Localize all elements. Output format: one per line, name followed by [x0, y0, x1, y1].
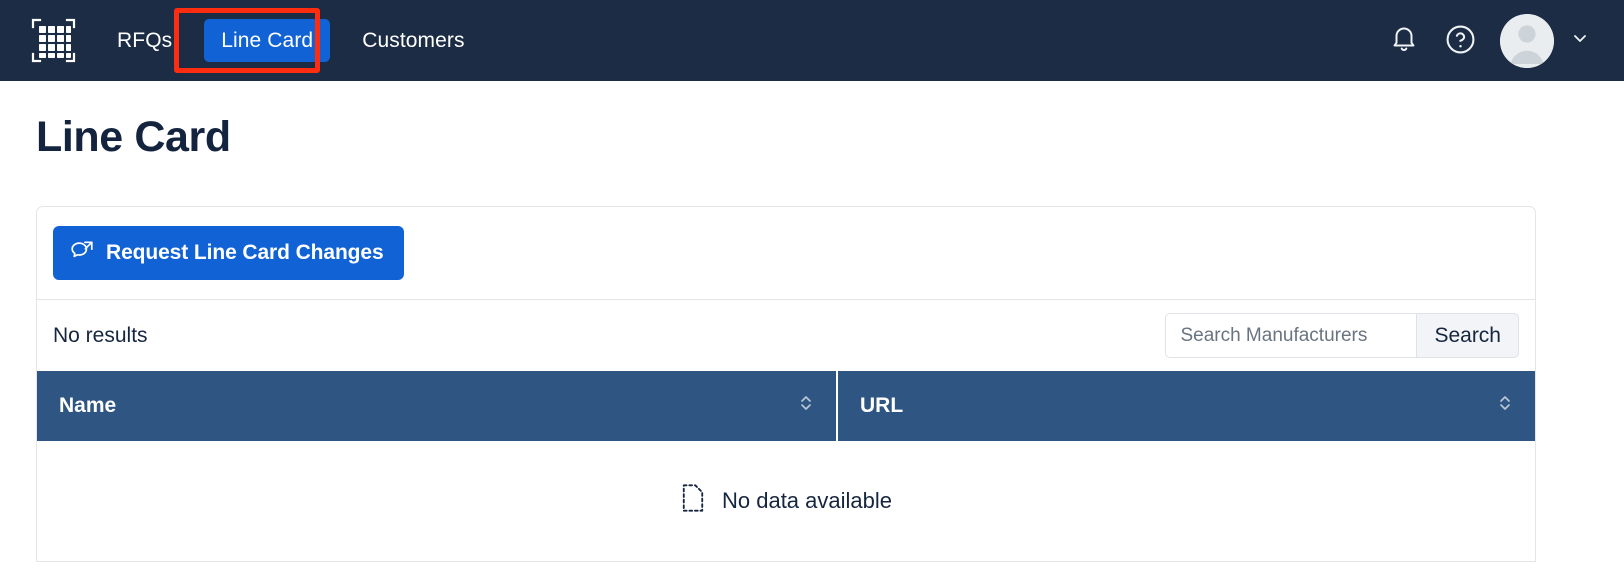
table-empty-cell: No data available	[37, 441, 1535, 562]
avatar[interactable]	[1500, 13, 1554, 68]
bell-icon	[1390, 24, 1418, 57]
question-circle-icon	[1445, 24, 1476, 58]
notifications-button[interactable]	[1376, 13, 1432, 69]
request-line-card-changes-label: Request Line Card Changes	[106, 240, 384, 264]
table-head: Name URL	[37, 371, 1535, 441]
column-header-url[interactable]: URL	[837, 371, 1535, 441]
table-body: No data available	[37, 441, 1535, 562]
nav-link-line-card[interactable]: Line Card	[204, 19, 331, 62]
nav-link-line-card-wrapper: Line Card	[204, 19, 331, 62]
sort-updown-icon[interactable]	[798, 393, 814, 419]
sort-updown-icon[interactable]	[1497, 393, 1513, 419]
page-title: Line Card	[36, 113, 231, 161]
help-button[interactable]	[1432, 13, 1488, 69]
empty-document-icon	[680, 483, 706, 519]
search-button[interactable]: Search	[1416, 313, 1519, 358]
grid-scan-logo-icon[interactable]	[30, 17, 77, 64]
table-header-row: Name URL	[37, 371, 1535, 441]
account-menu-toggle[interactable]	[1570, 28, 1590, 53]
chat-bubbles-icon	[70, 238, 95, 267]
manufacturers-table: Name URL No data available	[37, 371, 1535, 562]
column-header-name-label: Name	[59, 394, 117, 417]
empty-state-text: No data available	[721, 487, 892, 513]
column-header-name[interactable]: Name	[37, 371, 838, 441]
page-body: Line Card Request Line Card Changes No r…	[0, 113, 1624, 562]
top-navbar: RFQs Line Card Customers	[0, 0, 1624, 81]
primary-nav: RFQs Line Card Customers	[99, 19, 483, 62]
empty-state: No data available	[680, 483, 892, 519]
results-count-text: No results	[53, 323, 148, 347]
card-toolbar: Request Line Card Changes	[37, 207, 1535, 300]
nav-link-customers[interactable]: Customers	[344, 19, 482, 62]
request-line-card-changes-button[interactable]: Request Line Card Changes	[53, 226, 404, 280]
chevron-down-icon	[1570, 28, 1590, 53]
search-input[interactable]	[1165, 313, 1417, 358]
card-subbar: No results Search	[37, 300, 1535, 371]
navbar-actions	[1376, 13, 1596, 69]
table-empty-row: No data available	[37, 441, 1535, 562]
search-group: Search	[1165, 313, 1519, 358]
line-card-panel: Request Line Card Changes No results Sea…	[36, 206, 1536, 562]
nav-link-rfqs[interactable]: RFQs	[99, 19, 190, 62]
column-header-url-label: URL	[860, 394, 904, 417]
